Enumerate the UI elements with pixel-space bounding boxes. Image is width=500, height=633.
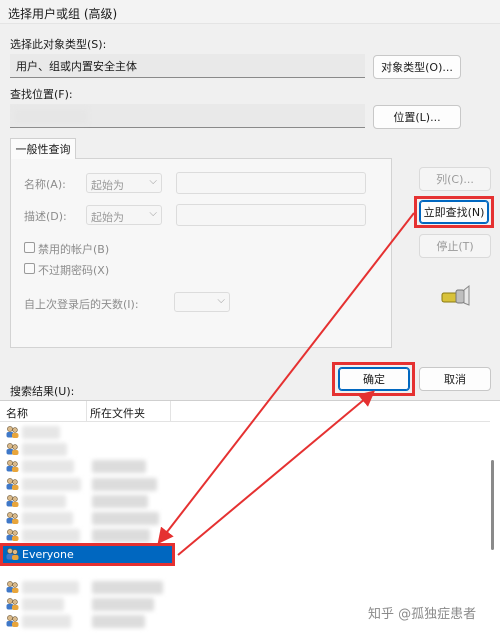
redacted-folder-blur [92,615,145,628]
column-header-folder[interactable]: 所在文件夹 [90,405,145,421]
watermark-text: 知乎 @孤独症患者 [368,607,477,622]
disabled-accounts-checkbox[interactable] [24,242,35,253]
redacted-name-blur [22,598,64,611]
everyone-highlight-box [0,543,175,566]
description-input[interactable] [176,204,366,226]
redacted-name-blur [22,443,67,456]
user-group-icon [5,494,19,507]
user-group-icon [5,528,19,541]
user-group-icon [5,580,19,593]
user-group-icon [5,477,19,490]
location-redacted-blur [14,109,88,124]
column-divider [170,401,171,421]
redacted-name-blur [22,478,81,491]
redacted-folder-blur [92,478,157,491]
name-input[interactable] [176,172,366,194]
redacted-folder-blur [92,581,163,594]
name-mode-value: 起始为 [91,179,124,192]
object-type-field: 用户、组或内置安全主体 [10,54,365,78]
redacted-folder-blur [92,460,146,473]
locations-button[interactable]: 位置(L)... [373,105,461,129]
redacted-folder-blur [92,512,159,525]
redacted-folder-blur [92,598,154,611]
chevron-down-icon: ⌵ [217,295,225,306]
non-expiring-password-label: 不过期密码(X) [38,264,110,277]
name-label: 名称(A): [24,178,66,191]
find-now-button[interactable]: 立即查找(N) [419,200,489,224]
redacted-folder-blur [92,529,150,542]
header-divider [0,421,490,422]
window-title: 选择用户或组 (高级) [8,7,118,21]
scrollbar-thumb[interactable] [491,460,494,550]
redacted-name-blur [22,460,74,473]
location-label: 查找位置(F): [10,88,73,101]
column-header-name[interactable]: 名称 [6,405,28,421]
ok-button[interactable]: 确定 [338,367,410,391]
object-type-label: 选择此对象类型(S): [10,38,107,51]
redacted-name-blur [22,512,73,525]
description-mode-value: 起始为 [91,211,124,224]
user-group-icon [5,459,19,472]
description-mode-select[interactable]: 起始为 ⌵ [86,205,162,225]
search-results-label: 搜索结果(U): [10,385,75,398]
days-since-login-select[interactable]: ⌵ [174,292,230,312]
object-types-button[interactable]: 对象类型(O)... [373,55,461,79]
tab-general-query[interactable]: 一般性查询 [10,138,76,159]
redacted-name-blur [22,615,71,628]
redacted-name-blur [22,426,60,439]
redacted-name-blur [22,529,80,542]
user-group-icon [5,614,19,627]
column-divider [86,401,87,421]
description-label: 描述(D): [24,210,67,223]
non-expiring-password-checkbox[interactable] [24,263,35,274]
user-group-icon [5,425,19,438]
title-bar: 选择用户或组 (高级) [0,0,500,24]
user-group-icon [5,511,19,524]
chevron-down-icon: ⌵ [149,176,157,187]
search-results-list[interactable] [0,400,500,633]
columns-button[interactable]: 列(C)... [419,167,491,191]
days-since-login-label: 自上次登录后的天数(I): [24,298,139,311]
user-group-icon [5,597,19,610]
redacted-folder-blur [92,495,148,508]
name-mode-select[interactable]: 起始为 ⌵ [86,173,162,193]
cancel-button[interactable]: 取消 [419,367,491,391]
search-flashlight-icon [441,284,470,306]
disabled-accounts-label: 禁用的帐户(B) [38,243,110,256]
redacted-name-blur [22,495,66,508]
user-group-icon [5,442,19,455]
stop-button[interactable]: 停止(T) [419,234,491,258]
chevron-down-icon: ⌵ [149,208,157,219]
redacted-name-blur [22,581,79,594]
